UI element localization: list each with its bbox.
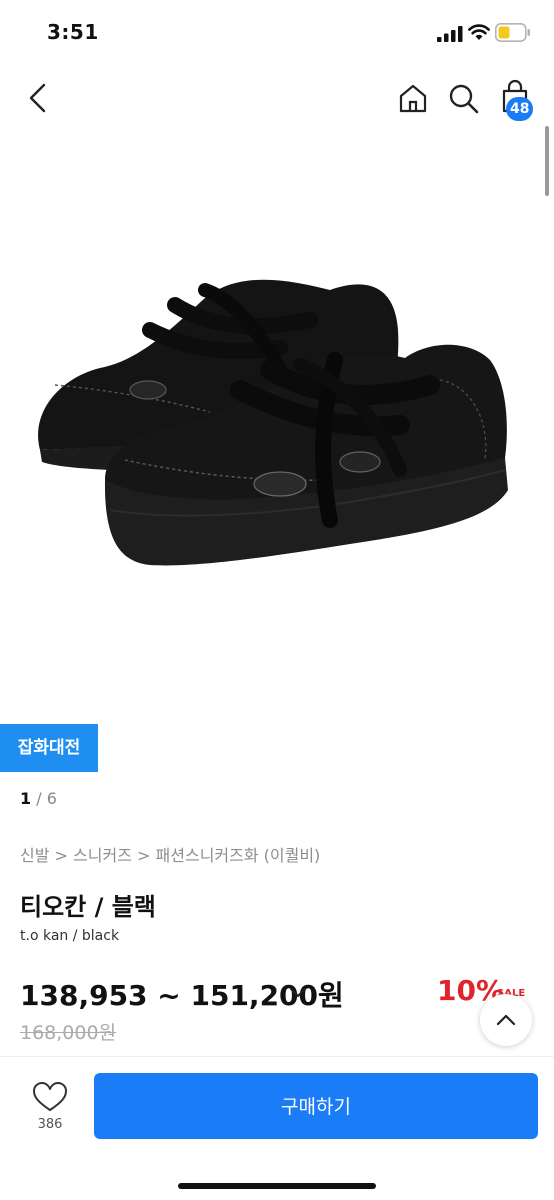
wifi-icon [468, 24, 490, 40]
breadcrumb-separator: > [137, 846, 156, 865]
breadcrumb: 신발 > 스니커즈 > 패션스니커즈화 (이퀄비) [20, 842, 320, 866]
chevron-up-icon [496, 1014, 516, 1026]
breadcrumb-separator: > [54, 846, 74, 865]
back-button[interactable] [24, 80, 54, 116]
search-icon[interactable] [447, 80, 481, 116]
product-title: 티오칸 / 블랙 [20, 893, 156, 921]
breadcrumb-item-sneakers[interactable]: 스니커즈 [73, 846, 132, 865]
like-count: 386 [37, 1117, 63, 1132]
cart-count-badge: 48 [506, 97, 534, 121]
product-image[interactable] [0, 180, 554, 710]
status-time: 3:51 [47, 20, 99, 44]
image-total: 6 [46, 789, 57, 808]
home-icon[interactable] [397, 80, 429, 116]
image-counter-separator: / [36, 789, 47, 808]
product-subtitle: t.o kan / black [20, 928, 120, 944]
cellular-signal-icon [437, 26, 463, 42]
image-index: 1 [20, 789, 32, 808]
original-price: 168,000원 [20, 1022, 117, 1044]
promo-tag[interactable]: 잡화대전 [0, 724, 98, 772]
product-detail-page: 3:51 48 잡화대전 1 / 6 신발 > 스니커즈 > 패션스니커즈화 (… [0, 0, 554, 1200]
chevron-down-icon[interactable] [286, 980, 310, 1004]
scroll-to-top-button[interactable] [480, 994, 532, 1046]
image-counter: 1 / 6 [20, 789, 57, 808]
status-bar: 3:51 [0, 0, 554, 66]
home-indicator [178, 1183, 376, 1189]
battery-icon [495, 23, 530, 42]
buy-button[interactable]: 구매하기 [94, 1073, 538, 1139]
breadcrumb-item-shoes[interactable]: 신발 [20, 846, 49, 865]
breadcrumb-item-fashion-sneakers[interactable]: 패션스니커즈화 (이퀄비) [156, 846, 321, 865]
